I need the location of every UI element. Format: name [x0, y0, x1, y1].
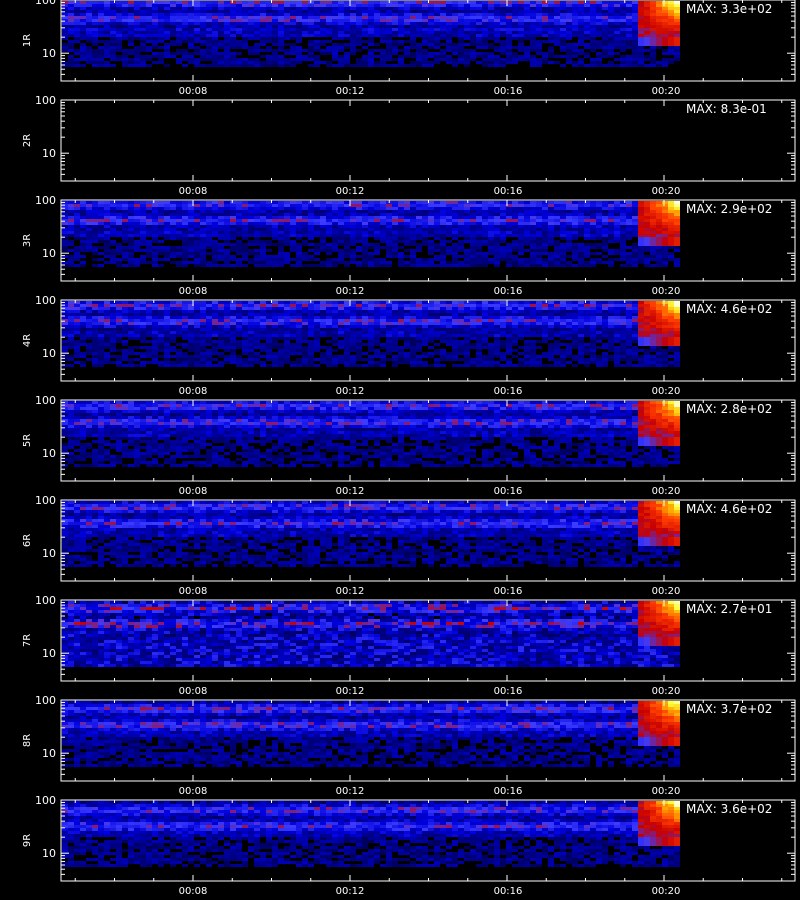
y-tick-label: 100: [35, 294, 56, 307]
y-tick-label: 10: [42, 547, 56, 560]
x-tick-label: 00:20: [652, 386, 681, 397]
x-tick-label: 00:20: [652, 786, 681, 797]
x-tick-label: 00:08: [179, 86, 208, 97]
panel-label: 4R: [22, 334, 33, 347]
x-tick-label: 00:16: [494, 886, 523, 897]
x-tick-label: 00:08: [179, 786, 208, 797]
panel-label: 6R: [22, 534, 33, 547]
heatmap-cells: [62, 301, 680, 367]
x-tick-label: 00:20: [652, 586, 681, 597]
y-tick-label: 10: [42, 847, 56, 860]
y-tick-label: 10: [42, 347, 56, 360]
x-tick-label: 00:12: [336, 286, 365, 297]
x-tick-label: 00:12: [336, 686, 365, 697]
heatmap-cells: [62, 501, 680, 567]
y-tick-label: 10: [42, 747, 56, 760]
x-tick-label: 00:08: [179, 186, 208, 197]
max-value-label: MAX: 8.3e-01: [686, 102, 767, 116]
y-tick-label: 10: [42, 147, 56, 160]
y-tick-label: 100: [35, 0, 56, 7]
panel-2r: 100 10 2R MAX: 8.3e-01 00:08 00:12 00:16 00:20: [22, 94, 796, 197]
max-value-label: MAX: 2.8e+02: [686, 402, 772, 416]
panel-3r: 100 10 3R MAX: 2.9e+02 00:08 00:12 00:16 00:20: [22, 194, 796, 297]
max-value-label: MAX: 3.3e+02: [686, 2, 772, 16]
x-tick-label: 00:16: [494, 786, 523, 797]
y-tick-label: 100: [35, 694, 56, 707]
panel-9r: 100 10 9R MAX: 3.6e+02 00:08 00:12 00:16 00:20: [22, 794, 796, 897]
x-tick-label: 00:16: [494, 186, 523, 197]
heatmap-cells: [62, 401, 680, 467]
y-tick-label: 100: [35, 594, 56, 607]
max-value-label: MAX: 4.6e+02: [686, 502, 772, 516]
y-tick-label: 100: [35, 194, 56, 207]
panel-label: 8R: [22, 734, 33, 747]
x-tick-label: 00:08: [179, 886, 208, 897]
x-tick-label: 00:20: [652, 86, 681, 97]
x-tick-label: 00:12: [336, 86, 365, 97]
plot-frame: [60, 99, 796, 182]
panel-label: 1R: [22, 34, 33, 47]
max-value-label: MAX: 3.7e+02: [686, 702, 772, 716]
heatmap-cells: [62, 701, 680, 767]
x-tick-label: 00:20: [652, 486, 681, 497]
x-tick-label: 00:16: [494, 486, 523, 497]
max-value-label: MAX: 2.7e+01: [686, 602, 772, 616]
x-tick-label: 00:12: [336, 186, 365, 197]
heatmap-cells: [62, 601, 680, 667]
panel-8r: 100 10 8R MAX: 3.7e+02 00:08 00:12 00:16 00:20: [22, 694, 796, 797]
y-tick-label: 10: [42, 47, 56, 60]
x-tick-label: 00:20: [652, 286, 681, 297]
heatmap-cells: [62, 201, 680, 267]
max-value-label: MAX: 2.9e+02: [686, 202, 772, 216]
heatmap-cells: [62, 801, 680, 867]
max-value-label: MAX: 4.6e+02: [686, 302, 772, 316]
x-tick-label: 00:16: [494, 386, 523, 397]
x-tick-label: 00:20: [652, 886, 681, 897]
x-tick-label: 00:16: [494, 286, 523, 297]
panel-label: 5R: [22, 434, 33, 447]
panel-label: 2R: [22, 134, 33, 147]
x-tick-label: 00:16: [494, 686, 523, 697]
x-tick-label: 00:12: [336, 886, 365, 897]
y-tick-label: 100: [35, 794, 56, 807]
x-tick-label: 00:12: [336, 486, 365, 497]
panel-6r: 100 10 6R MAX: 4.6e+02 00:08 00:12 00:16 00:20: [22, 494, 796, 597]
panel-1r: 100 10 1R MAX: 3.3e+02 00:08 00:12 00:16 00:20: [22, 0, 796, 97]
x-tick-label: 00:08: [179, 486, 208, 497]
x-tick-label: 00:08: [179, 586, 208, 597]
panel-4r: 100 10 4R MAX: 4.6e+02 00:08 00:12 00:16 00:20: [22, 294, 796, 397]
panel-7r: 100 10 7R MAX: 2.7e+01 00:08 00:12 00:16 00:20: [22, 594, 796, 697]
y-tick-label: 100: [35, 94, 56, 107]
detector-spectrogram-stack: 100101RMAX: 3.3e+0200:08 00:12 00:16 00:201…: [22, 0, 796, 897]
x-tick-label: 00:12: [336, 786, 365, 797]
panel-5r: 100 10 5R MAX: 2.8e+02 00:08 00:12 00:16 00:20: [22, 394, 796, 497]
y-tick-label: 100: [35, 494, 56, 507]
x-tick-label: 00:12: [336, 386, 365, 397]
x-tick-label: 00:08: [179, 686, 208, 697]
x-tick-label: 00:20: [652, 186, 681, 197]
panel-label: 3R: [22, 234, 33, 247]
panel-label: 7R: [22, 634, 33, 647]
y-tick-label: 10: [42, 247, 56, 260]
panel-label: 9R: [22, 834, 33, 847]
y-tick-label: 10: [42, 447, 56, 460]
x-tick-label: 00:16: [494, 586, 523, 597]
y-tick-label: 10: [42, 647, 56, 660]
x-tick-label: 00:08: [179, 286, 208, 297]
x-tick-label: 00:08: [179, 386, 208, 397]
heatmap-cells: [62, 1, 680, 67]
x-tick-label: 00:12: [336, 586, 365, 597]
x-tick-label: 00:16: [494, 86, 523, 97]
max-value-label: MAX: 3.6e+02: [686, 802, 772, 816]
x-tick-label: 00:20: [652, 686, 681, 697]
y-tick-label: 100: [35, 394, 56, 407]
